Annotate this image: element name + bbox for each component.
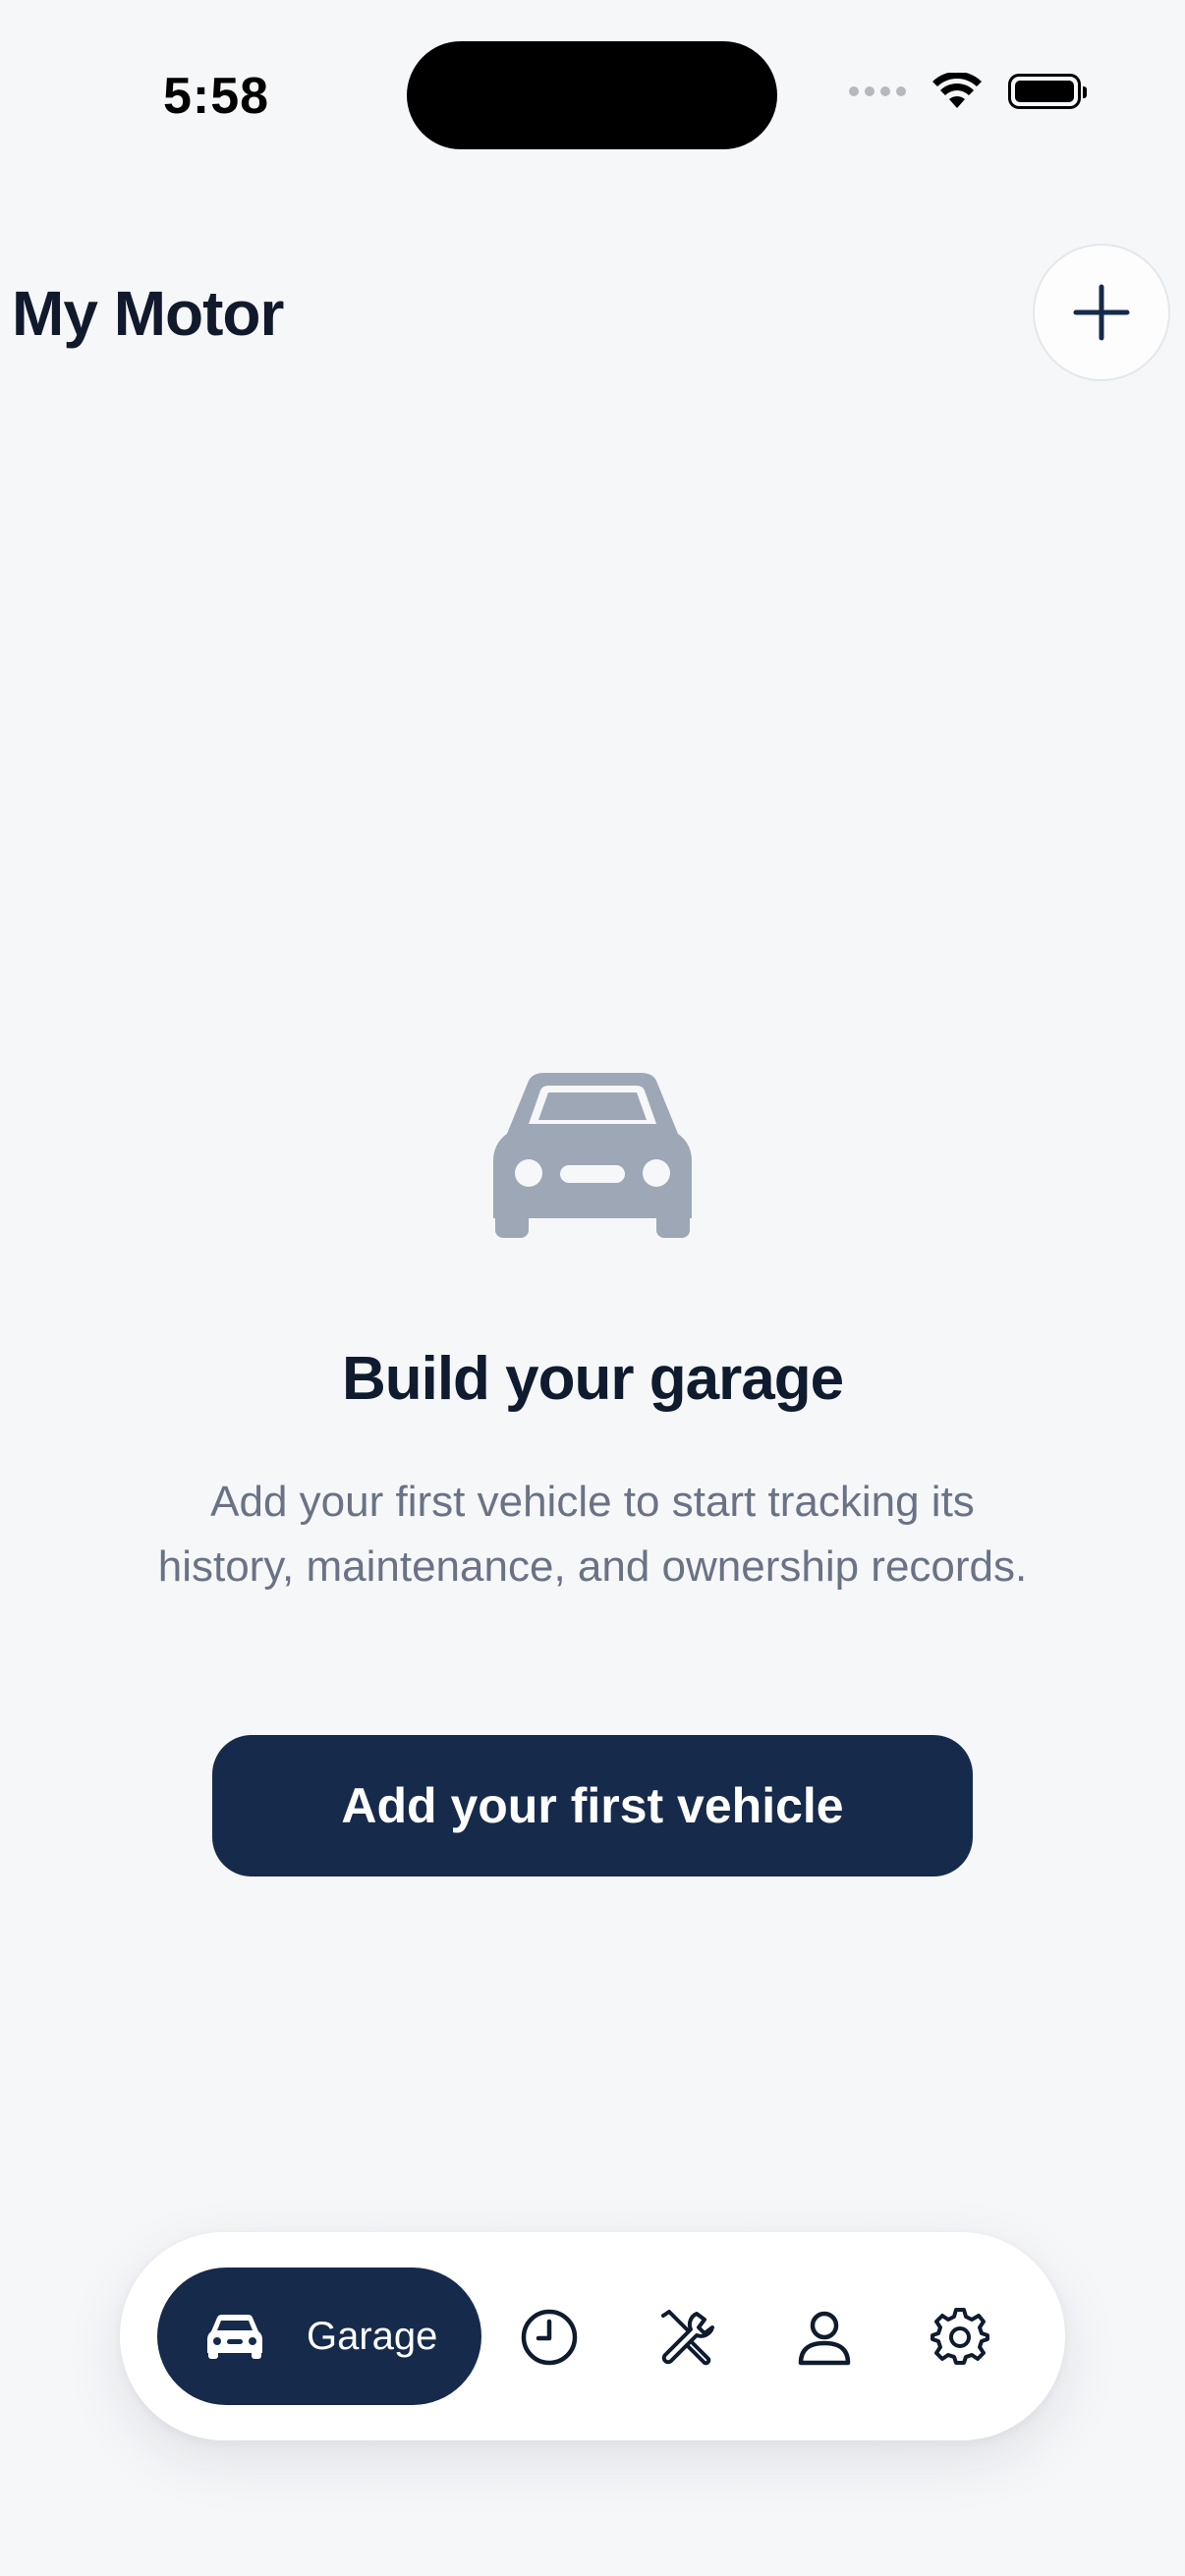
tab-garage-label: Garage: [307, 2314, 438, 2358]
plus-icon: [1073, 284, 1130, 341]
clock-icon: [521, 2309, 578, 2366]
tab-history[interactable]: [519, 2307, 580, 2368]
add-first-vehicle-button[interactable]: Add your first vehicle: [212, 1735, 973, 1876]
tab-settings[interactable]: [930, 2307, 990, 2368]
status-time: 5:58: [163, 68, 270, 125]
empty-state-title: Build your garage: [341, 1345, 844, 1413]
person-icon: [798, 2311, 851, 2366]
cellular-signal-icon: [849, 86, 906, 96]
wifi-icon: [932, 73, 982, 108]
tab-bar: Garage: [120, 2232, 1065, 2440]
page-title: My Motor: [12, 278, 284, 349]
tools-icon: [661, 2310, 714, 2366]
car-icon: [493, 1073, 692, 1238]
tab-garage[interactable]: Garage: [157, 2268, 481, 2405]
tab-maintenance[interactable]: [656, 2307, 717, 2368]
dynamic-island: [407, 41, 777, 149]
status-indicators: [849, 73, 1087, 110]
tab-profile[interactable]: [794, 2307, 855, 2368]
empty-state-description: Add your first vehicle to start tracking…: [157, 1478, 1028, 1591]
add-vehicle-button[interactable]: [1033, 244, 1170, 381]
car-icon: [207, 2315, 262, 2359]
battery-icon: [1008, 74, 1087, 109]
gear-icon: [931, 2308, 989, 2365]
